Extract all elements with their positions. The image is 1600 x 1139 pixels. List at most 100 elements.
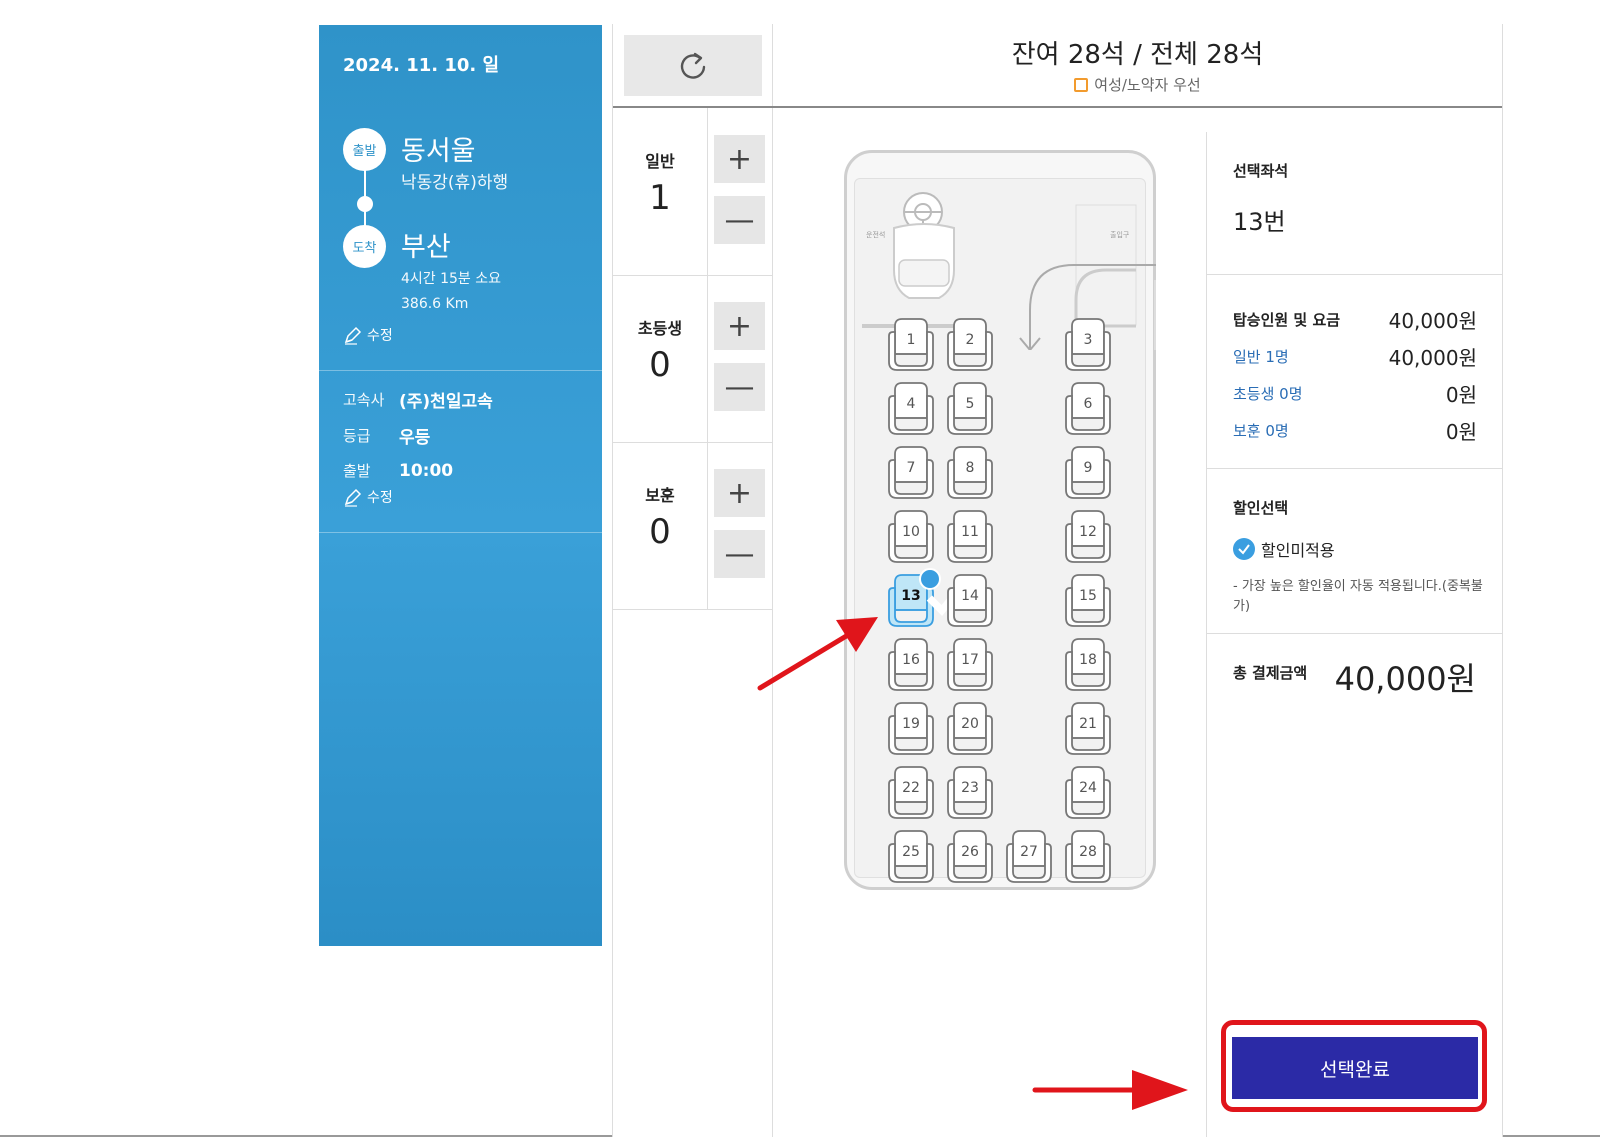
seat-selection-panel: 잔여 28석 / 전체 28석 여성/노약자 우선 일반 1 + — 초등생 0…: [612, 24, 1503, 1137]
edit-route-label: 수정: [367, 328, 393, 344]
arrival-badge: 도착: [343, 225, 386, 268]
refresh-icon: [680, 52, 706, 79]
counter-elementary-label: 초등생: [637, 319, 683, 338]
discount-option-none[interactable]: 할인미적용: [1233, 537, 1335, 561]
seat-number: 19: [902, 716, 920, 732]
seat-10[interactable]: 10: [886, 508, 936, 564]
priority-seat-legend-label: 여성/노약자 우선: [1094, 76, 1201, 94]
seat-number: 23: [961, 780, 979, 796]
seat-24[interactable]: 24: [1063, 764, 1113, 820]
depart-time-value: 10:00: [399, 460, 454, 481]
grade-value: 우등: [399, 428, 431, 448]
grade-label: 등급: [343, 427, 371, 445]
seat-number: 14: [961, 588, 979, 604]
seat-8[interactable]: 8: [945, 444, 995, 500]
seat-number: 11: [961, 524, 979, 540]
edit-route-link[interactable]: 수정: [343, 325, 393, 345]
counter-general-value: 1: [649, 178, 671, 218]
depart-time-label: 출발: [343, 462, 371, 480]
seat-9[interactable]: 9: [1063, 444, 1113, 500]
trip-distance: 386.6 Km: [401, 296, 469, 312]
seat-16[interactable]: 16: [886, 636, 936, 692]
seat-23[interactable]: 23: [945, 764, 995, 820]
edit-bus-link[interactable]: 수정: [343, 487, 393, 507]
departure-city: 동서울: [401, 136, 476, 167]
seat-5[interactable]: 5: [945, 380, 995, 436]
check-icon: [919, 568, 966, 617]
seat-3[interactable]: 3: [1063, 316, 1113, 372]
fare-row-general: 일반 1명 40,000원: [1233, 342, 1477, 371]
total-amount: 40,000원: [1334, 660, 1476, 698]
seat-22[interactable]: 22: [886, 764, 936, 820]
seat-28[interactable]: 28: [1063, 828, 1113, 884]
counter-elementary-value: 0: [649, 345, 671, 385]
divider: [319, 532, 602, 533]
discount-heading: 할인선택: [1233, 499, 1289, 517]
seat-number: 10: [902, 524, 920, 540]
seat-2[interactable]: 2: [945, 316, 995, 372]
seat-12[interactable]: 12: [1063, 508, 1113, 564]
seat-number: 7: [906, 460, 916, 476]
seat-25[interactable]: 25: [886, 828, 936, 884]
seat-number: 15: [1079, 588, 1097, 604]
counter-elementary: 초등생 0 + —: [613, 275, 772, 443]
seat-27[interactable]: 27: [1004, 828, 1054, 884]
fare-subtotal: 40,000원: [1388, 309, 1477, 333]
company-label: 고속사: [343, 391, 385, 409]
fare-row-veteran: 보훈 0명 0원: [1233, 416, 1477, 445]
fare-elementary-value: 0원: [1445, 383, 1477, 407]
refresh-button[interactable]: [624, 35, 762, 96]
seat-number: 20: [961, 716, 979, 732]
confirm-selection-button[interactable]: 선택완료: [1232, 1037, 1478, 1099]
arrival-city: 부산: [401, 232, 451, 263]
via-stop: 낙동강(휴)하행: [401, 173, 509, 193]
seat-20[interactable]: 20: [945, 700, 995, 756]
seat-1[interactable]: 1: [886, 316, 936, 372]
discount-note: - 가장 높은 할인율이 자동 적용됩니다.(중복불가): [1233, 579, 1483, 614]
counter-veteran-plus-button[interactable]: +: [714, 469, 765, 517]
seat-6[interactable]: 6: [1063, 380, 1113, 436]
counters-separator: [772, 108, 773, 1137]
confirm-highlight: 선택완료: [1221, 1020, 1487, 1112]
seat-4[interactable]: 4: [886, 380, 936, 436]
remaining-seats-title: 잔여 28석 / 전체 28석: [1011, 40, 1264, 70]
counter-general-minus-button[interactable]: —: [714, 196, 765, 244]
seat-number: 4: [906, 396, 916, 412]
seat-number: 12: [1079, 524, 1097, 540]
total-section: 총 결제금액 40,000원: [1207, 634, 1502, 754]
fare-heading: 탑승인원 및 요금: [1233, 311, 1341, 329]
counter-general-plus-button[interactable]: +: [714, 135, 765, 183]
seat-number: 3: [1083, 332, 1093, 348]
counter-veteran-value: 0: [649, 512, 671, 552]
seat-17[interactable]: 17: [945, 636, 995, 692]
seat-18[interactable]: 18: [1063, 636, 1113, 692]
trip-date: 2024. 11. 10. 일: [343, 55, 500, 76]
selected-seat-value: 13번: [1233, 208, 1286, 236]
fare-veteran-value: 0원: [1445, 420, 1477, 444]
grade-row: 등급 우등: [343, 423, 430, 448]
counter-veteran-label: 보훈: [645, 486, 675, 505]
selected-seat-heading: 선택좌석: [1233, 162, 1289, 180]
counter-elementary-plus-button[interactable]: +: [714, 302, 765, 350]
bus-seat-map: 운전석 출입구 1 2 3 4 5 6 7 8 9 10 11 12 13 14 15 16 17 18 19 20 2…: [844, 150, 1156, 890]
seat-7[interactable]: 7: [886, 444, 936, 500]
seat-14[interactable]: 14: [945, 572, 995, 628]
fare-row-elementary: 초등생 0명 0원: [1233, 379, 1477, 408]
seat-21[interactable]: 21: [1063, 700, 1113, 756]
seat-number: 17: [961, 652, 979, 668]
counter-veteran-minus-button[interactable]: —: [714, 530, 765, 578]
seat-number: 27: [1020, 844, 1038, 860]
seat-19[interactable]: 19: [886, 700, 936, 756]
counter-elementary-minus-button[interactable]: —: [714, 363, 765, 411]
seat-13[interactable]: 13: [886, 568, 966, 628]
seat-legend: 여성/노약자 우선: [773, 74, 1502, 95]
seat-number: 26: [961, 844, 979, 860]
seat-15[interactable]: 15: [1063, 572, 1113, 628]
check-icon: [1233, 538, 1255, 560]
fare-general-value: 40,000원: [1388, 346, 1477, 370]
counter-general-label: 일반: [645, 152, 675, 171]
seat-number: 25: [902, 844, 920, 860]
seat-26[interactable]: 26: [945, 828, 995, 884]
seat-11[interactable]: 11: [945, 508, 995, 564]
counter-separator: [707, 275, 708, 442]
